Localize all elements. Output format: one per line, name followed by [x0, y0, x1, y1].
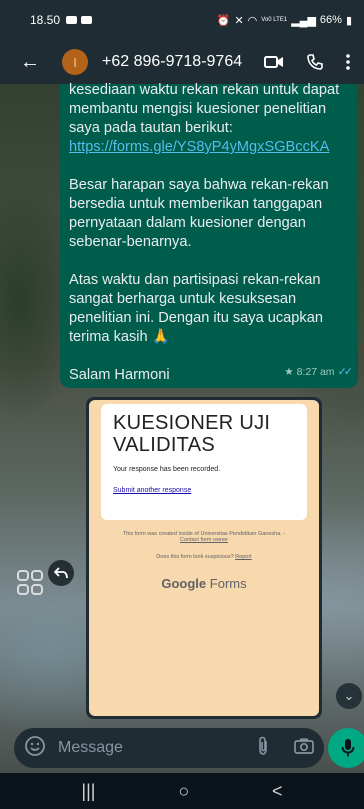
- form-confirmation-card: KUESIONER UJI VALIDITAS Your response ha…: [101, 404, 307, 520]
- starred-icon: ★: [284, 366, 294, 378]
- status-right: ⏰ ✕ ◠ Vo0 LTE1 ▂▄▆ 66% ▮: [217, 14, 352, 27]
- reply-arrow-icon: [54, 567, 68, 579]
- microphone-icon: [341, 739, 355, 757]
- status-time: 18.50: [30, 13, 61, 27]
- gallery-notification-icon: [81, 16, 93, 24]
- message-paragraph: Atas waktu dan partisipasi rekan-rekan s…: [69, 272, 323, 345]
- message-time: 8:27 am: [296, 366, 335, 378]
- alarm-icon: ⏰: [216, 14, 231, 27]
- message-paragraph: Besar harapan saya bahwa rekan-rekan ber…: [69, 177, 329, 250]
- more-options-icon[interactable]: [346, 54, 350, 70]
- video-call-icon[interactable]: [264, 55, 284, 69]
- composer-actions: [256, 736, 314, 761]
- message-meta: ★ 8:27 am ✓✓: [284, 363, 354, 382]
- contact-name[interactable]: +62 896-9718-9764: [102, 53, 242, 71]
- message-composer: [14, 728, 324, 768]
- status-bar: 18.50 ⏰ ✕ ◠ Vo0 LTE1 ▂▄▆ 66% ▮: [0, 0, 364, 40]
- wifi-icon: ◠: [247, 14, 258, 27]
- signal-icon: ▂▄▆: [291, 14, 316, 27]
- system-nav-bar: ||| ○ <: [0, 773, 364, 809]
- forward-button[interactable]: [48, 560, 74, 586]
- contact-owner-link: Contact form owner: [180, 537, 228, 543]
- image-message[interactable]: KUESIONER UJI VALIDITAS Your response ha…: [86, 397, 322, 719]
- read-receipt-icon: ✓✓: [337, 366, 354, 378]
- report-link: Report: [235, 554, 252, 560]
- camera-icon[interactable]: [294, 737, 314, 759]
- form-recorded-text: Your response has been recorded.: [113, 466, 221, 473]
- scroll-to-bottom-button[interactable]: ⌄: [336, 683, 362, 709]
- form-title: KUESIONER UJI VALIDITAS: [113, 412, 271, 456]
- form-suspicious: Does this form look suspicious? Report: [156, 554, 252, 560]
- double-chevron-down-icon: ⌄: [343, 688, 355, 703]
- form-footer: This form was created inside of Universi…: [122, 531, 286, 543]
- back-arrow-icon[interactable]: ←: [20, 51, 48, 74]
- form-screenshot: KUESIONER UJI VALIDITAS Your response ha…: [89, 400, 319, 716]
- google-forms-logo: Google Forms: [161, 576, 247, 591]
- message-paragraph: kesediaan waktu rekan rekan untuk dapat …: [69, 82, 340, 155]
- battery-icon: ▮: [345, 14, 352, 27]
- battery-level: 66%: [319, 14, 342, 26]
- signal-label: Vo0 LTE1: [261, 17, 288, 23]
- attachment-icon[interactable]: [256, 736, 270, 761]
- submit-another-link: Submit another response: [113, 487, 192, 494]
- voice-call-icon[interactable]: [306, 53, 324, 71]
- contact-avatar[interactable]: I: [62, 49, 88, 75]
- home-button[interactable]: ○: [178, 781, 189, 802]
- message-input[interactable]: [58, 739, 218, 757]
- notification-icons: [66, 16, 93, 24]
- outgoing-message-bubble[interactable]: kesediaan waktu rekan rekan untuk dapat …: [60, 82, 358, 388]
- mute-icon: ✕: [234, 14, 244, 27]
- recents-button[interactable]: |||: [81, 781, 95, 802]
- emoji-sticker-icon[interactable]: [24, 735, 46, 762]
- form-link[interactable]: https://forms.gle/YS8yP4yMgxSGBccKA: [69, 139, 329, 155]
- app-grid-icon[interactable]: [16, 568, 46, 603]
- back-button[interactable]: <: [272, 781, 283, 802]
- chat-header: ← I +62 896-9718-9764: [0, 40, 364, 84]
- youtube-notification-icon: [66, 16, 78, 24]
- voice-message-button[interactable]: [328, 728, 364, 768]
- header-actions: [264, 53, 350, 71]
